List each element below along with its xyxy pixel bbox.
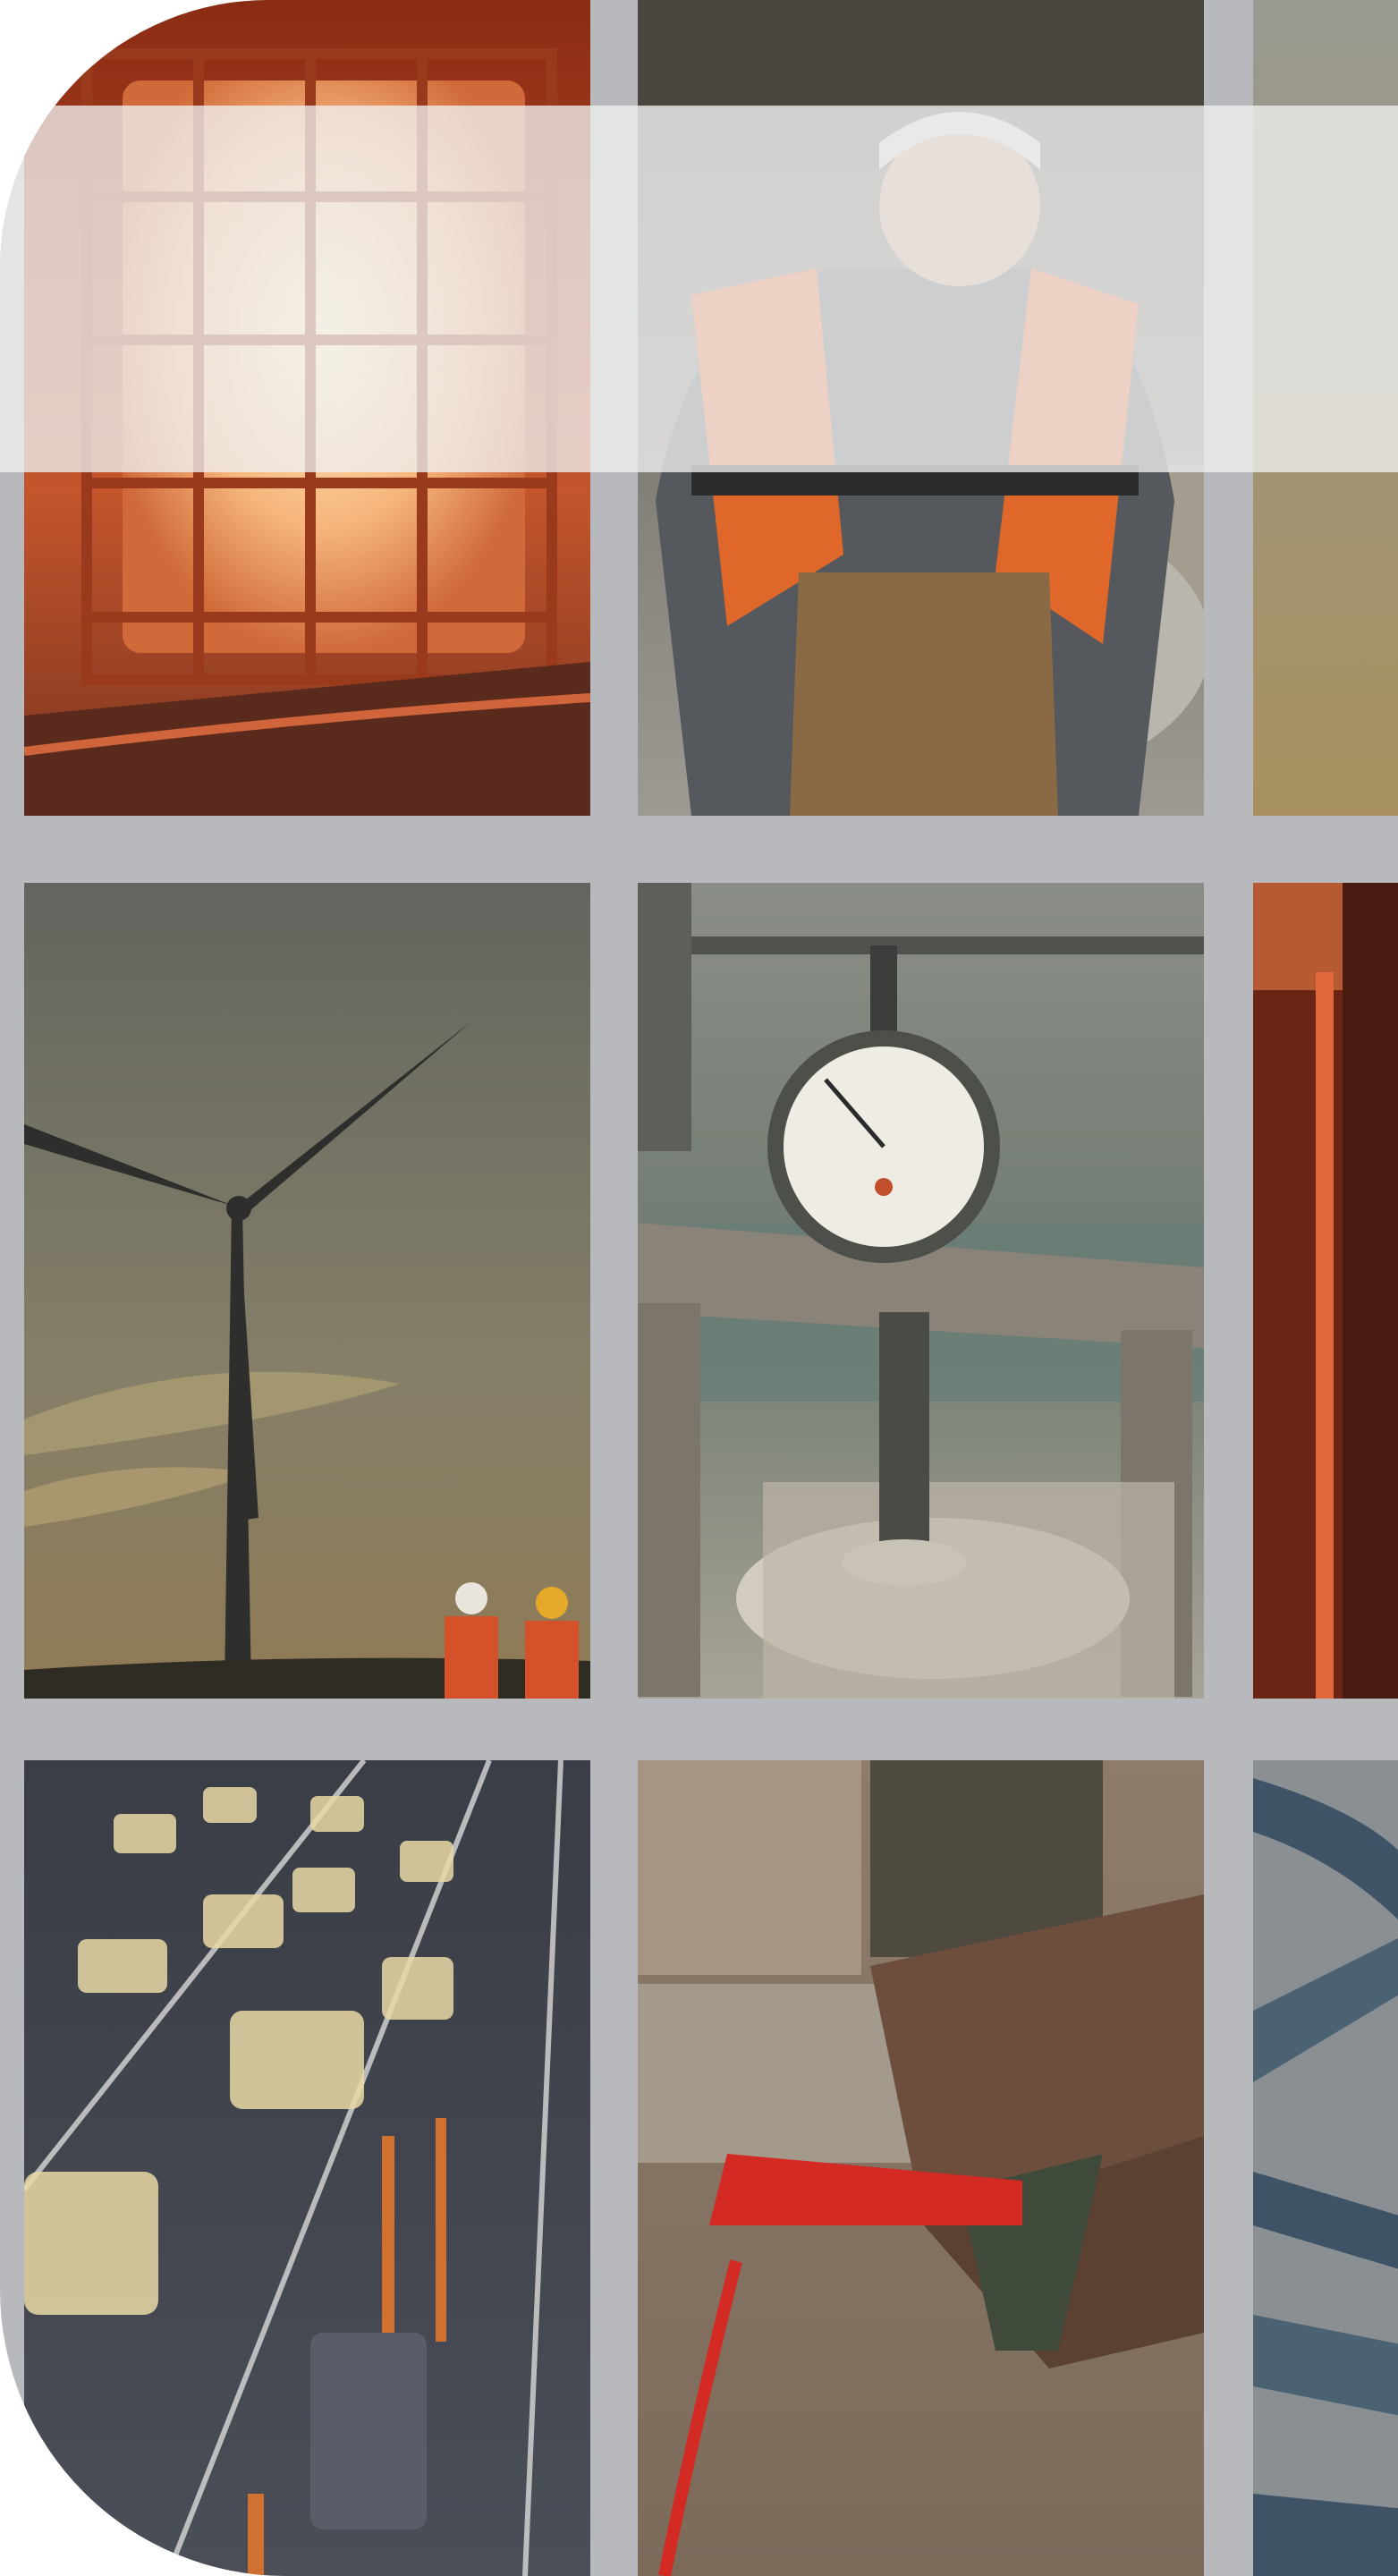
tile-highway-interchange xyxy=(1253,1760,1398,2576)
photo-collage xyxy=(0,0,1398,2576)
highway-interchange-image xyxy=(1253,1760,1398,2576)
highway-traffic-image xyxy=(24,1760,590,2576)
tile-dial-gauge xyxy=(638,883,1204,1699)
rail-clamp-image xyxy=(638,1760,1204,2576)
heating-element-image xyxy=(1253,883,1398,1699)
page xyxy=(0,0,1398,2576)
translucent-banner xyxy=(0,106,1398,472)
tile-highway-traffic xyxy=(24,1760,590,2576)
wind-turbine-image xyxy=(24,883,590,1699)
dial-gauge-image xyxy=(638,883,1204,1699)
tile-rail-clamp xyxy=(638,1760,1204,2576)
tile-heating-element xyxy=(1253,883,1398,1699)
tile-wind-turbine xyxy=(24,883,590,1699)
